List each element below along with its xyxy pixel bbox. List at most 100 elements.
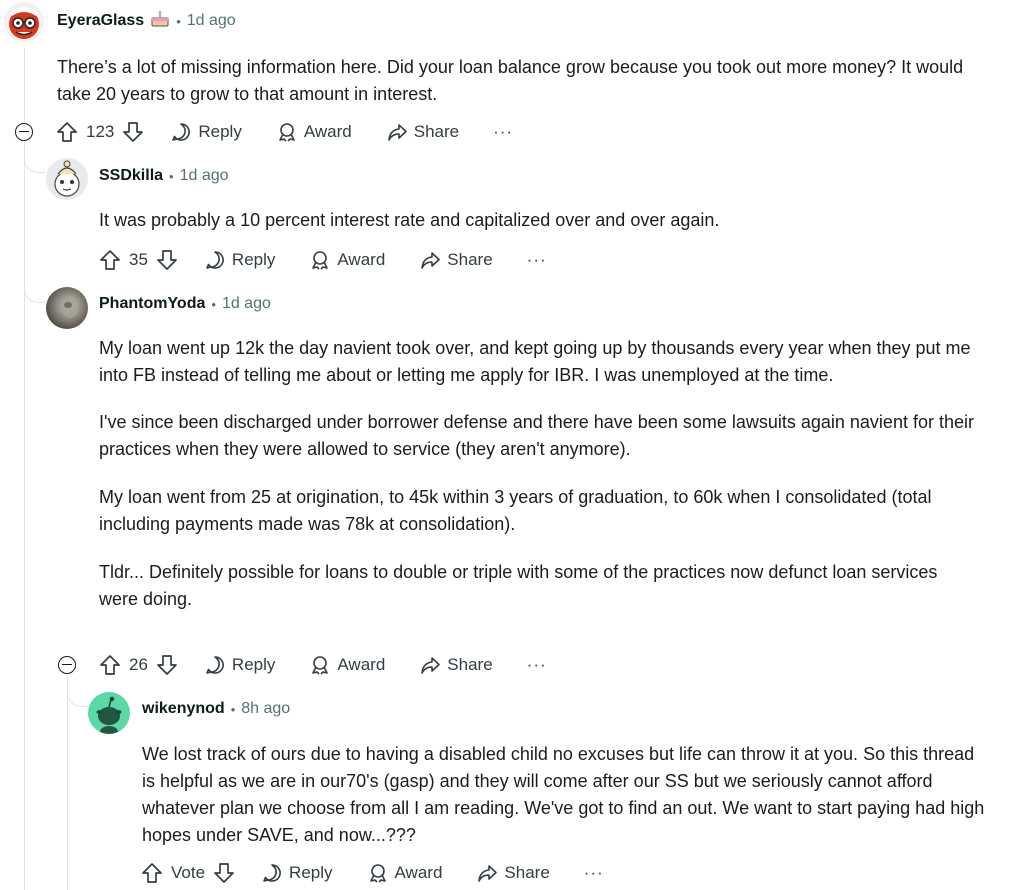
separator-dot: •	[176, 13, 181, 29]
more-options-button[interactable]: ···	[584, 863, 604, 883]
comment-paragraph: There’s a lot of missing information her…	[57, 57, 964, 104]
comment-meta: SSDkilla • 1d ago	[99, 164, 229, 188]
downvote-button[interactable]	[120, 119, 146, 145]
downvote-arrow-icon	[157, 250, 177, 270]
award-button[interactable]: Award	[276, 121, 352, 143]
award-button[interactable]: Award	[309, 249, 385, 271]
downvote-button[interactable]	[154, 652, 180, 678]
share-label: Share	[413, 122, 460, 141]
upvote-button[interactable]	[54, 119, 80, 145]
comment-body: My loan went up 12k the day navient took…	[99, 335, 979, 613]
username[interactable]: wikenynod	[142, 700, 225, 718]
separator-dot: •	[169, 168, 174, 184]
score: 26	[129, 655, 148, 674]
award-icon	[369, 864, 386, 883]
reply-label: Reply	[231, 250, 276, 269]
share-label: Share	[447, 250, 493, 269]
more-options-button[interactable]: ···	[527, 655, 547, 675]
thread-line-phantomyoda	[67, 676, 68, 890]
vote-label: Vote	[171, 863, 206, 882]
comment-meta: PhantomYoda • 1d ago	[99, 292, 271, 316]
timestamp[interactable]: 8h ago	[241, 700, 290, 718]
share-arrow-icon	[421, 252, 441, 269]
timestamp[interactable]: 1d ago	[180, 167, 229, 185]
comment-bubble-icon	[172, 123, 191, 141]
comment-paragraph: My loan went up 12k the day navient took…	[99, 338, 971, 385]
score: 123	[86, 122, 115, 141]
award-label: Award	[303, 122, 352, 141]
thread-line-root	[24, 48, 25, 122]
separator-dot: •	[230, 701, 236, 717]
comment-bubble-icon	[263, 864, 281, 882]
upvote-arrow-icon	[57, 122, 77, 142]
reply-button[interactable]: Reply	[170, 121, 242, 143]
share-arrow-icon	[421, 657, 441, 674]
comment-paragraph: My loan went from 25 at origination, to …	[99, 487, 932, 534]
comment-meta: wikenynod • 8h ago	[142, 697, 290, 721]
award-icon	[312, 656, 329, 675]
upvote-button[interactable]	[97, 247, 123, 273]
more-icon: ···	[526, 250, 547, 269]
share-button[interactable]: Share	[476, 862, 550, 884]
more-options-button[interactable]: ···	[493, 122, 513, 142]
timestamp[interactable]: 1d ago	[187, 12, 236, 30]
reply-button[interactable]: Reply	[204, 654, 275, 676]
comment-paragraph: It was probably a 10 percent interest ra…	[99, 210, 720, 230]
comment-paragraph: Tldr... Definitely possible for loans to…	[99, 562, 938, 609]
reply-button[interactable]: Reply	[204, 249, 275, 271]
comment-paragraph: We lost track of ours due to having a di…	[142, 744, 985, 845]
comment-bubble-icon	[206, 656, 224, 674]
upvote-arrow-icon	[100, 250, 120, 270]
avatar[interactable]	[88, 692, 130, 734]
more-icon: ···	[526, 655, 547, 674]
action-bar: Vote Reply Award Share ···	[139, 857, 604, 889]
comment-body: It was probably a 10 percent interest ra…	[99, 207, 979, 234]
avatar[interactable]	[46, 287, 88, 329]
action-bar: 123 Reply Award Share ···	[54, 116, 513, 148]
score: 35	[129, 250, 148, 269]
comment-body: We lost track of ours due to having a di…	[142, 741, 988, 849]
award-icon	[279, 123, 295, 142]
more-icon: ···	[583, 863, 604, 882]
award-button[interactable]: Award	[367, 862, 443, 884]
collapse-button[interactable]	[15, 123, 33, 141]
share-label: Share	[447, 655, 493, 674]
upvote-arrow-icon	[142, 863, 162, 883]
cake-icon	[150, 10, 170, 33]
username[interactable]: PhantomYoda	[99, 295, 205, 313]
downvote-button[interactable]	[211, 860, 237, 886]
reply-button[interactable]: Reply	[261, 862, 333, 884]
share-button[interactable]: Share	[419, 654, 493, 676]
timestamp[interactable]: 1d ago	[222, 295, 271, 313]
award-label: Award	[394, 863, 443, 882]
username[interactable]: EyeraGlass	[57, 12, 144, 30]
downvote-arrow-icon	[123, 122, 144, 142]
reply-label: Reply	[198, 122, 242, 141]
award-icon	[312, 251, 329, 270]
comment-bubble-icon	[206, 251, 224, 269]
award-button[interactable]: Award	[309, 654, 385, 676]
username[interactable]: SSDkilla	[99, 167, 163, 185]
thread-connector	[67, 676, 88, 707]
collapse-button[interactable]	[58, 656, 76, 674]
downvote-arrow-icon	[214, 863, 234, 883]
more-icon: ···	[493, 122, 514, 141]
downvote-button[interactable]	[154, 247, 180, 273]
share-arrow-icon	[478, 865, 498, 882]
share-button[interactable]: Share	[419, 249, 493, 271]
avatar[interactable]	[46, 158, 88, 200]
share-label: Share	[504, 863, 550, 882]
upvote-button[interactable]	[139, 860, 165, 886]
more-options-button[interactable]: ···	[527, 250, 547, 270]
separator-dot: •	[211, 296, 216, 312]
comment-meta: EyeraGlass • 1d ago	[57, 9, 236, 33]
comment-paragraph: I've since been discharged under borrowe…	[99, 412, 974, 459]
award-label: Award	[337, 655, 386, 674]
action-bar: 35 Reply Award Share ···	[97, 244, 547, 276]
comment-body: There’s a lot of missing information her…	[57, 54, 977, 108]
reply-label: Reply	[231, 655, 276, 674]
avatar[interactable]	[4, 2, 44, 42]
upvote-button[interactable]	[97, 652, 123, 678]
share-button[interactable]: Share	[386, 121, 459, 143]
award-label: Award	[337, 250, 386, 269]
